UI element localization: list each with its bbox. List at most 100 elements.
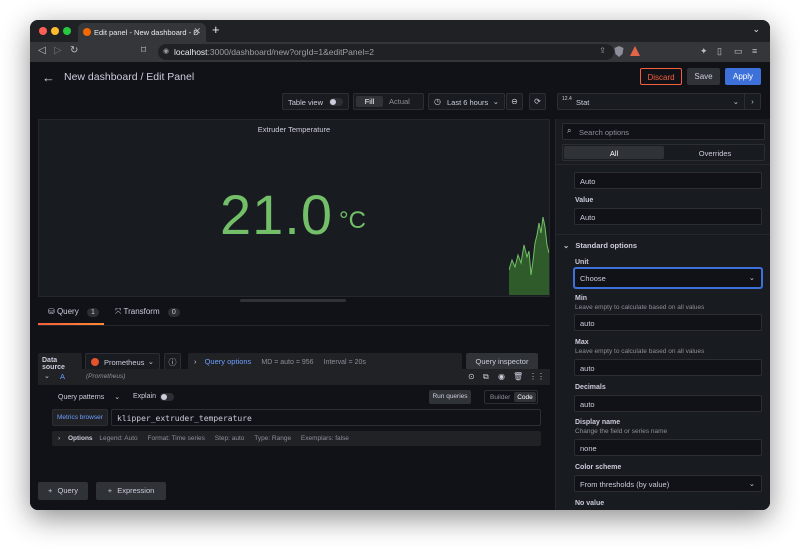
add-expression-button[interactable]: + Expression bbox=[96, 482, 166, 500]
query-options-link[interactable]: Query options bbox=[205, 357, 252, 366]
legend-option: Legend: Auto bbox=[99, 435, 138, 442]
time-range-picker[interactable]: ◷ Last 6 hours ⌄ bbox=[428, 93, 505, 110]
actual-option[interactable]: Actual bbox=[389, 97, 410, 106]
plus-icon: + bbox=[48, 486, 53, 495]
tab-query-count: 1 bbox=[86, 308, 99, 317]
chevron-down-icon: ⌄ bbox=[147, 357, 154, 366]
extensions-icon[interactable]: ✦ bbox=[700, 46, 708, 57]
step-option: Step: auto bbox=[214, 435, 245, 442]
tab-strip: Edit panel - New dashboard - D ✕ + ⌄ bbox=[30, 20, 770, 42]
min-input[interactable]: auto bbox=[574, 314, 762, 331]
options-label: Options bbox=[67, 435, 93, 442]
datasource-picker[interactable]: Prometheus ⌄ bbox=[85, 353, 160, 370]
standard-options-header[interactable]: ⌄ Standard options bbox=[563, 241, 637, 250]
tab-search-chevron-icon[interactable]: ⌄ bbox=[752, 24, 760, 35]
share-icon[interactable]: ⇪ bbox=[599, 46, 606, 55]
grafana-favicon-icon bbox=[83, 28, 91, 36]
display-name-input[interactable]: none bbox=[574, 439, 762, 456]
code-option[interactable]: Code bbox=[514, 392, 536, 402]
decimals-input[interactable]: auto bbox=[574, 395, 762, 412]
no-value-label: No value bbox=[575, 500, 605, 507]
brave-rewards-icon[interactable] bbox=[630, 46, 640, 58]
sidebar-toggle-icon[interactable]: ▯ bbox=[717, 46, 722, 57]
table-view-switch[interactable] bbox=[329, 98, 343, 106]
max-data-points: MD = auto = 956 bbox=[261, 359, 314, 366]
url-field[interactable]: ◉ localhost:3000/dashboard/new?orgId=1&e… bbox=[158, 44, 614, 60]
drag-handle-icon[interactable]: ⋮⋮ bbox=[529, 372, 545, 381]
back-to-dashboard-icon[interactable]: ← bbox=[42, 70, 55, 85]
query-patterns-dropdown[interactable]: Query patterns ⌄ bbox=[58, 393, 120, 401]
color-scheme-picker[interactable]: From thresholds (by value) ⌄ bbox=[574, 475, 762, 492]
fill-option[interactable]: Fill bbox=[356, 96, 383, 107]
back-icon[interactable]: ◁ bbox=[38, 45, 46, 56]
tab-title: Edit panel - New dashboard - D bbox=[94, 28, 199, 37]
run-queries-button[interactable]: Run queries bbox=[429, 390, 471, 404]
add-expression-label: Expression bbox=[117, 486, 155, 495]
max-description: Leave empty to calculate based on all va… bbox=[575, 348, 705, 355]
menu-icon[interactable]: ≡ bbox=[752, 46, 757, 56]
sparkline bbox=[509, 216, 549, 295]
query-options-bar[interactable]: › Query options MD = auto = 956 Interval… bbox=[188, 353, 462, 370]
fill-actual-group: Fill Actual bbox=[353, 93, 424, 110]
chevron-down-icon: ⌄ bbox=[114, 394, 121, 401]
refresh-icon[interactable]: ⟳ bbox=[529, 93, 546, 110]
clock-icon: ◷ bbox=[434, 97, 441, 106]
discard-button[interactable]: Discard bbox=[640, 68, 682, 85]
value-field[interactable]: Auto bbox=[574, 208, 762, 225]
apply-button[interactable]: Apply bbox=[725, 68, 761, 85]
chevron-down-icon: ⌄ bbox=[563, 241, 570, 250]
close-window-dot[interactable] bbox=[39, 27, 47, 35]
query-row-header[interactable]: ⌄ A (Prometheus) ⊙ ⧉ ◉ 🗑︎ ⋮⋮ bbox=[38, 369, 550, 385]
add-query-button[interactable]: + Query bbox=[38, 482, 88, 500]
switch-knob bbox=[161, 394, 167, 400]
forward-icon[interactable]: ▷ bbox=[54, 45, 62, 56]
query-inspector-button[interactable]: Query inspector bbox=[466, 353, 538, 370]
tab-close-icon[interactable]: ✕ bbox=[193, 26, 201, 37]
site-info-icon[interactable]: ◉ bbox=[163, 47, 169, 55]
wallet-icon[interactable]: ▭ bbox=[734, 46, 743, 57]
reload-icon[interactable]: ↻ bbox=[70, 45, 78, 56]
builder-option[interactable]: Builder bbox=[490, 394, 510, 401]
zoom-out-icon[interactable]: ⊖ bbox=[506, 93, 523, 110]
datasource-name: Prometheus bbox=[104, 358, 145, 367]
transform-icon: ⤧ bbox=[115, 307, 122, 316]
hide-query-icon[interactable]: ◉ bbox=[498, 372, 505, 381]
help-icon[interactable]: ⊙ bbox=[468, 372, 475, 381]
datasource-help-icon[interactable]: ⓘ bbox=[164, 353, 181, 370]
delete-query-icon[interactable]: 🗑︎ bbox=[513, 372, 523, 381]
tab-all[interactable]: All bbox=[564, 146, 664, 159]
tab-transform[interactable]: ⤧ Transform 0 bbox=[115, 307, 180, 325]
query-patterns-label: Query patterns bbox=[58, 394, 105, 401]
page-title: New dashboard / Edit Panel bbox=[64, 71, 195, 83]
options-summary[interactable]: › Options Legend: Auto Format: Time seri… bbox=[52, 431, 541, 446]
database-icon: ⛁ bbox=[48, 307, 55, 316]
browser-tab[interactable]: Edit panel - New dashboard - D ✕ bbox=[78, 23, 206, 42]
minimize-window-dot[interactable] bbox=[51, 27, 59, 35]
max-input[interactable]: auto bbox=[574, 359, 762, 376]
metrics-browser-button[interactable]: Metrics browser bbox=[52, 409, 108, 426]
chevron-down-icon: ⌄ bbox=[748, 479, 755, 488]
save-button[interactable]: Save bbox=[687, 68, 720, 85]
visualization-picker[interactable]: 12.4 Stat ⌄ bbox=[557, 93, 748, 110]
table-view-toggle[interactable]: Table view bbox=[282, 93, 349, 110]
bookmark-icon[interactable]: ⌑ bbox=[141, 45, 146, 56]
zoom-window-dot[interactable] bbox=[63, 27, 71, 35]
calculation-field[interactable]: Auto bbox=[574, 172, 762, 189]
collapse-chevron-icon[interactable]: ⌄ bbox=[44, 372, 50, 380]
tab-overrides[interactable]: Overrides bbox=[666, 146, 764, 159]
query-ref-id[interactable]: A bbox=[60, 372, 65, 381]
address-bar-row: ◁ ▷ ↻ ⌑ ◉ localhost:3000/dashboard/new?o… bbox=[30, 42, 770, 62]
tab-transform-count: 0 bbox=[167, 308, 180, 317]
search-options-input[interactable]: ⌕ Search options bbox=[562, 123, 765, 140]
pane-resize-handle[interactable] bbox=[240, 299, 346, 302]
brave-shield-icon[interactable] bbox=[614, 46, 624, 59]
promql-editor[interactable]: klipper_extruder_temperature bbox=[111, 409, 541, 426]
unit-picker[interactable]: Choose ⌄ bbox=[574, 268, 762, 288]
new-tab-icon[interactable]: + bbox=[212, 22, 220, 37]
collapse-options-icon[interactable]: › bbox=[744, 93, 761, 110]
chevron-right-icon: › bbox=[58, 435, 61, 442]
explain-switch[interactable] bbox=[160, 393, 174, 401]
duplicate-query-icon[interactable]: ⧉ bbox=[483, 372, 489, 382]
table-view-label: Table view bbox=[288, 98, 324, 107]
grafana-app: ← New dashboard / Edit Panel Discard Sav… bbox=[30, 62, 770, 510]
